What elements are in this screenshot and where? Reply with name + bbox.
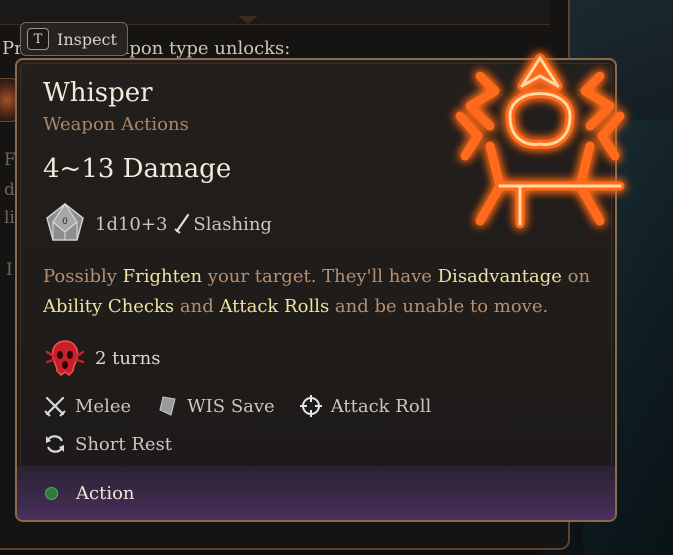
damage-type: Slashing: [193, 213, 272, 235]
description-text: and: [174, 296, 220, 317]
background-panel-notch: [238, 16, 258, 24]
tag-saving-throw: WIS Save: [155, 394, 275, 418]
keyword-frighten[interactable]: Frighten: [123, 266, 202, 287]
inspect-hotkey: T: [27, 28, 49, 50]
svg-text:0: 0: [62, 217, 68, 227]
description-text: on: [561, 266, 591, 287]
crosshair-icon: [299, 395, 322, 417]
tag-attack-roll: Attack Roll: [299, 394, 432, 418]
recharge-row: Short Rest: [43, 432, 172, 456]
description-text: Possibly: [43, 266, 123, 287]
action-category: Weapon Actions: [43, 114, 189, 135]
whisper-spell-icon: [455, 53, 625, 229]
action-dot-icon: [45, 487, 58, 500]
tag-roll-label: Attack Roll: [330, 395, 432, 417]
frightened-icon: [45, 340, 85, 376]
description-text: and be unable to move.: [329, 296, 549, 317]
action-title: Whisper: [43, 78, 153, 108]
damage-dice-row: 0 1d10+3 Slashing: [43, 202, 272, 246]
keyword-ability-checks[interactable]: Ability Checks: [43, 296, 174, 317]
condition-duration-row: 2 turns: [43, 338, 160, 378]
inspect-label: Inspect: [57, 29, 117, 49]
tag-save-label: WIS Save: [187, 395, 275, 417]
d10-dice-icon: 0: [46, 203, 84, 241]
shield-icon: [159, 396, 176, 416]
background-weapon-icon: [0, 78, 16, 122]
background-fragment: d: [4, 180, 15, 200]
inspect-button[interactable]: T Inspect: [20, 22, 128, 56]
background-fragment: I: [6, 260, 13, 280]
keyword-attack-rolls[interactable]: Attack Rolls: [219, 296, 329, 317]
damage-dice: 1d10+3: [95, 213, 168, 235]
slashing-icon: [174, 213, 190, 234]
tag-melee: Melee: [43, 394, 131, 418]
keyword-disadvantage[interactable]: Disadvantage: [438, 266, 562, 287]
recharge-label: Short Rest: [75, 433, 172, 455]
action-cost-row: Action: [45, 483, 135, 504]
damage-range: 4~13 Damage: [43, 154, 232, 184]
crossed-swords-icon: [44, 396, 66, 417]
action-tags: Melee WIS Save Attack Roll: [43, 394, 455, 418]
short-rest-icon: [46, 435, 64, 453]
action-description: Possibly Frighten your target. They'll h…: [43, 262, 598, 322]
action-cost-label: Action: [76, 483, 135, 504]
description-text: your target. They'll have: [202, 266, 438, 287]
tag-melee-label: Melee: [75, 395, 132, 417]
background-fragment: li: [4, 208, 15, 228]
condition-duration: 2 turns: [95, 347, 161, 369]
